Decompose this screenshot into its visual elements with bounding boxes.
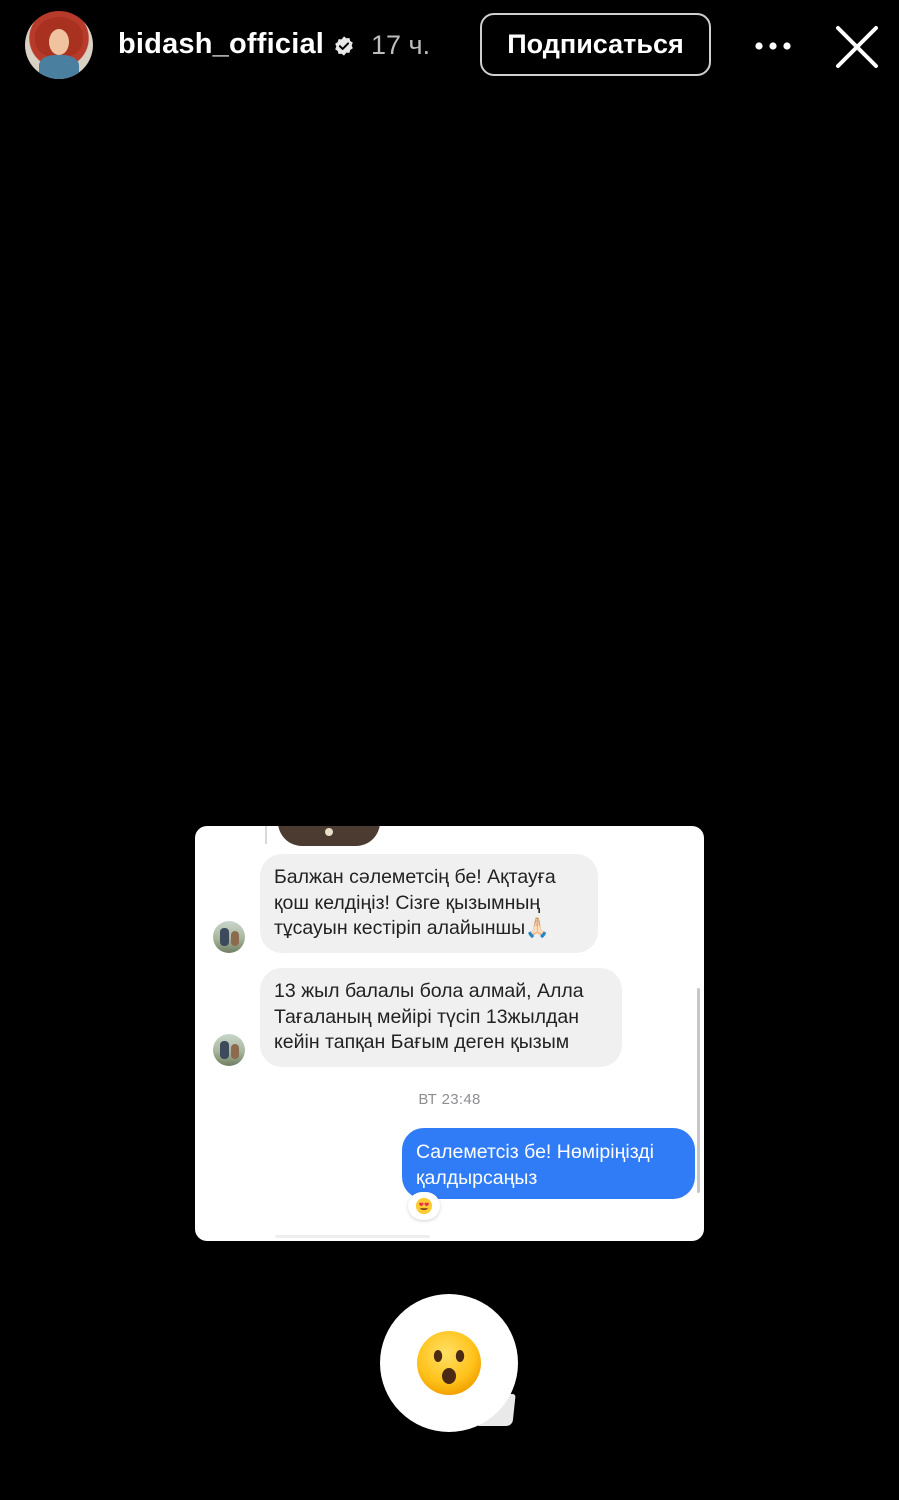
incoming-message: 13 жыл балалы бола алмай, Алла Тағаланың…	[260, 968, 622, 1067]
message-line: қош келдіңіз! Сізге қызымның	[274, 891, 541, 914]
message-line: Салеметсіз бе! Нөміріңізді	[416, 1141, 654, 1163]
story-header: bidash_official 17 ч. Подписаться	[0, 0, 899, 92]
message-line: кейін тапқан Бағым деген қызым	[274, 1031, 570, 1053]
post-time: 17 ч.	[371, 30, 431, 60]
divider	[265, 826, 267, 844]
heart-eyes-reaction-icon	[408, 1192, 440, 1220]
image-thumbnail	[278, 826, 380, 846]
close-icon[interactable]	[832, 22, 882, 72]
message-timestamp: ВТ 23:48	[418, 1091, 481, 1108]
sender-avatar	[213, 1034, 245, 1066]
scrollbar[interactable]	[697, 988, 700, 1193]
message-line: 13 жыл балалы бола алмай, Алла	[274, 980, 584, 1002]
chat-screenshot-card: Балжан сәлеметсің бе! Ақтауға қош келдің…	[195, 826, 704, 1241]
surprised-face-emoji-icon	[417, 1331, 481, 1395]
more-icon[interactable]	[752, 30, 794, 62]
incoming-message: Балжан сәлеметсің бе! Ақтауға қош келдің…	[260, 854, 598, 953]
message-line: қалдырсаңыз	[416, 1166, 538, 1189]
message-line: Балжан сәлеметсің бе! Ақтауға	[274, 866, 556, 888]
message-line: тұсауын кестіріп алайыншы🙏🏻	[274, 917, 550, 939]
emoji-reaction-sticker[interactable]	[380, 1294, 518, 1432]
outgoing-message: Салеметсіз бе! Нөміріңізді қалдырсаңыз	[402, 1128, 695, 1199]
message-line: Тағаланың мейірі түсіп 13жылдан	[274, 1005, 579, 1028]
verified-badge-icon	[335, 36, 353, 56]
follow-button[interactable]: Подписаться	[480, 13, 711, 76]
username[interactable]: bidash_official	[118, 28, 324, 61]
divider	[275, 1235, 430, 1238]
sender-avatar	[213, 921, 245, 953]
profile-avatar[interactable]	[25, 11, 93, 79]
